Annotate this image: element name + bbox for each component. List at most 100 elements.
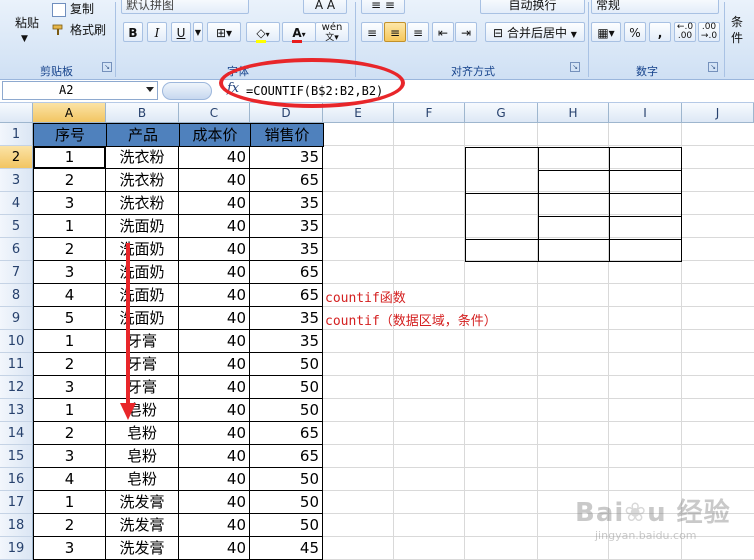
align-left-icon[interactable]: ≡ — [361, 22, 383, 42]
active-cell-a2[interactable] — [33, 146, 106, 169]
format-painter-button[interactable]: 格式刷 — [70, 22, 106, 38]
column-header-c[interactable]: C — [179, 103, 250, 123]
bold-button[interactable]: B — [123, 22, 143, 42]
table-cell[interactable]: 40 — [179, 468, 250, 491]
table-cell[interactable]: 40 — [179, 445, 250, 468]
table-cell[interactable]: 40 — [179, 491, 250, 514]
table-header-cell[interactable]: 销售价 — [250, 123, 324, 147]
column-header-b[interactable]: B — [106, 103, 179, 123]
table-cell[interactable]: 1 — [33, 330, 106, 353]
table-cell[interactable]: 40 — [179, 284, 250, 307]
copy-button[interactable]: 复制 — [70, 1, 94, 17]
underline-dropdown-icon[interactable]: ▼ — [193, 22, 203, 42]
fill-color-button[interactable]: ◇▾ — [246, 22, 280, 43]
table-cell[interactable]: 40 — [179, 261, 250, 284]
column-header-g[interactable]: G — [465, 103, 538, 123]
table-cell[interactable]: 1 — [33, 215, 106, 238]
row-header-16[interactable]: 16 — [0, 468, 33, 491]
table-cell[interactable]: 35 — [250, 238, 323, 261]
row-header-15[interactable]: 15 — [0, 445, 33, 468]
table-cell[interactable]: 牙膏 — [106, 330, 179, 353]
row-header-14[interactable]: 14 — [0, 422, 33, 445]
row-header-6[interactable]: 6 — [0, 238, 33, 261]
row-header-10[interactable]: 10 — [0, 330, 33, 353]
column-header-a[interactable]: A — [33, 103, 106, 123]
clipboard-launcher-icon[interactable]: ↘ — [102, 62, 112, 72]
row-header-1[interactable]: 1 — [0, 123, 33, 146]
table-cell[interactable]: 50 — [250, 399, 323, 422]
font-color-button[interactable]: A▾ — [282, 22, 316, 43]
table-cell[interactable]: 35 — [250, 307, 323, 330]
table-cell[interactable]: 65 — [250, 284, 323, 307]
table-cell[interactable]: 洗面奶 — [106, 215, 179, 238]
paste-button[interactable]: 粘贴 — [15, 15, 39, 31]
table-cell[interactable]: 40 — [179, 215, 250, 238]
font-name-box[interactable]: 默认拼图 — [121, 0, 249, 14]
phonetic-button[interactable]: wén 文▾ — [315, 22, 349, 43]
table-cell[interactable]: 3 — [33, 376, 106, 399]
worksheet-grid[interactable]: A B C D E F G H I J 1 2 3 4 5 6 7 8 9 10 11 12 13 14 15 16 17 18 19 序… — [0, 103, 754, 560]
table-cell[interactable]: 洗面奶 — [106, 238, 179, 261]
table-cell[interactable]: 35 — [250, 192, 323, 215]
table-cell[interactable]: 皂粉 — [106, 399, 179, 422]
table-cell[interactable]: 洗衣粉 — [106, 146, 179, 169]
row-header-13[interactable]: 13 — [0, 399, 33, 422]
table-cell[interactable]: 40 — [179, 353, 250, 376]
number-launcher-icon[interactable]: ↘ — [708, 62, 718, 72]
table-cell[interactable]: 40 — [179, 330, 250, 353]
column-header-h[interactable]: H — [538, 103, 609, 123]
name-box-dropdown-icon[interactable] — [146, 87, 154, 92]
increase-decimal-icon[interactable]: ←.0.00 — [674, 22, 696, 42]
increase-indent-icon[interactable]: ⇥ — [455, 22, 477, 42]
table-header-cell[interactable]: 序号 — [33, 123, 107, 147]
row-header-7[interactable]: 7 — [0, 261, 33, 284]
row-header-8[interactable]: 8 — [0, 284, 33, 307]
table-cell[interactable]: 3 — [33, 537, 106, 560]
row-header-17[interactable]: 17 — [0, 491, 33, 514]
formula-bar-buttons[interactable] — [162, 82, 212, 100]
table-cell[interactable]: 40 — [179, 192, 250, 215]
table-cell[interactable]: 35 — [250, 215, 323, 238]
table-cell[interactable]: 65 — [250, 445, 323, 468]
merge-center-button[interactable]: ⊟ 合并后居中 ▼ — [485, 22, 585, 42]
font-size-adjust[interactable]: A A — [303, 0, 347, 14]
table-cell[interactable]: 皂粉 — [106, 468, 179, 491]
table-cell[interactable]: 牙膏 — [106, 353, 179, 376]
underline-button[interactable]: U — [171, 22, 191, 42]
table-cell[interactable]: 50 — [250, 491, 323, 514]
table-cell[interactable]: 1 — [33, 399, 106, 422]
table-cell[interactable]: 35 — [250, 146, 323, 169]
conditional-format-button[interactable]: 条件 — [731, 14, 754, 46]
table-cell[interactable]: 40 — [179, 399, 250, 422]
row-header-18[interactable]: 18 — [0, 514, 33, 537]
table-cell[interactable]: 50 — [250, 514, 323, 537]
table-cell[interactable]: 50 — [250, 353, 323, 376]
table-cell[interactable]: 2 — [33, 353, 106, 376]
borders-button[interactable]: ⊞▾ — [207, 22, 241, 42]
orientation-buttons[interactable]: ≡ ≡ — [361, 0, 405, 14]
table-cell[interactable]: 40 — [179, 146, 250, 169]
table-cell[interactable]: 40 — [179, 514, 250, 537]
table-cell[interactable]: 2 — [33, 514, 106, 537]
decrease-decimal-icon[interactable]: .00 →.0 — [698, 22, 720, 42]
row-header-9[interactable]: 9 — [0, 307, 33, 330]
table-cell[interactable]: 50 — [250, 376, 323, 399]
column-header-f[interactable]: F — [394, 103, 465, 123]
table-cell[interactable]: 洗衣粉 — [106, 192, 179, 215]
number-format-box[interactable]: 常规 — [591, 0, 719, 14]
row-header-4[interactable]: 4 — [0, 192, 33, 215]
table-cell[interactable]: 洗面奶 — [106, 307, 179, 330]
column-header-j[interactable]: J — [682, 103, 754, 123]
table-cell[interactable]: 洗面奶 — [106, 284, 179, 307]
table-cell[interactable]: 65 — [250, 169, 323, 192]
select-all-corner[interactable] — [0, 103, 33, 123]
table-header-cell[interactable]: 成本价 — [179, 123, 251, 147]
table-cell[interactable]: 皂粉 — [106, 445, 179, 468]
decrease-indent-icon[interactable]: ⇤ — [432, 22, 454, 42]
row-header-12[interactable]: 12 — [0, 376, 33, 399]
table-cell[interactable]: 40 — [179, 422, 250, 445]
row-header-2[interactable]: 2 — [0, 146, 33, 169]
table-cell[interactable]: 3 — [33, 192, 106, 215]
table-cell[interactable]: 洗面奶 — [106, 261, 179, 284]
currency-button[interactable]: ▦▾ — [591, 22, 621, 42]
